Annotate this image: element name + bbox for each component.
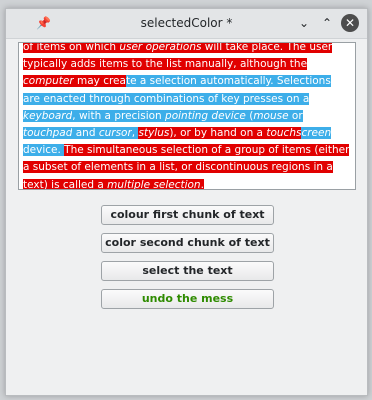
chevron-up-icon[interactable]: ⌃ [318,14,336,32]
app-window: 📌 selectedColor * ⌄ ⌃ ✕ of items on whic… [5,8,368,396]
text-segment: creen [301,127,332,140]
text-segment: multiple selection [107,178,201,190]
colour-first-chunk-button[interactable]: colour first chunk of text [101,205,274,225]
text-segment: stylus [138,127,170,140]
text-segment: touchpad [23,127,73,140]
text-segment: or [288,109,303,122]
text-segment: ), or by hand on a [169,127,267,140]
text-segment: pointing device [165,109,246,122]
undo-button[interactable]: undo the mess [101,289,274,309]
close-icon[interactable]: ✕ [341,14,359,32]
text-segment: , with a precision [72,109,166,122]
chevron-down-icon[interactable]: ⌄ [295,14,313,32]
select-text-button[interactable]: select the text [101,261,274,281]
text-segment: of items on which [23,42,120,53]
colour-second-chunk-button[interactable]: color second chunk of text [101,233,274,253]
text-content: of items on which user operations will t… [23,42,351,190]
text-segment: cursor [98,127,132,140]
text-segment: touchs [266,127,302,140]
text-edit[interactable]: of items on which user operations will t… [18,42,356,190]
text-segment: mouse [253,109,289,122]
text-segment: keyboard [23,109,73,122]
text-segment: and [72,127,99,140]
title-bar: 📌 selectedColor * ⌄ ⌃ ✕ [6,9,367,39]
text-segment: computer [23,75,74,88]
text-segment: may crea [73,75,126,88]
text-segment: user operations [119,42,202,53]
text-segment: device. [23,144,65,157]
text-segment: . [200,178,204,190]
